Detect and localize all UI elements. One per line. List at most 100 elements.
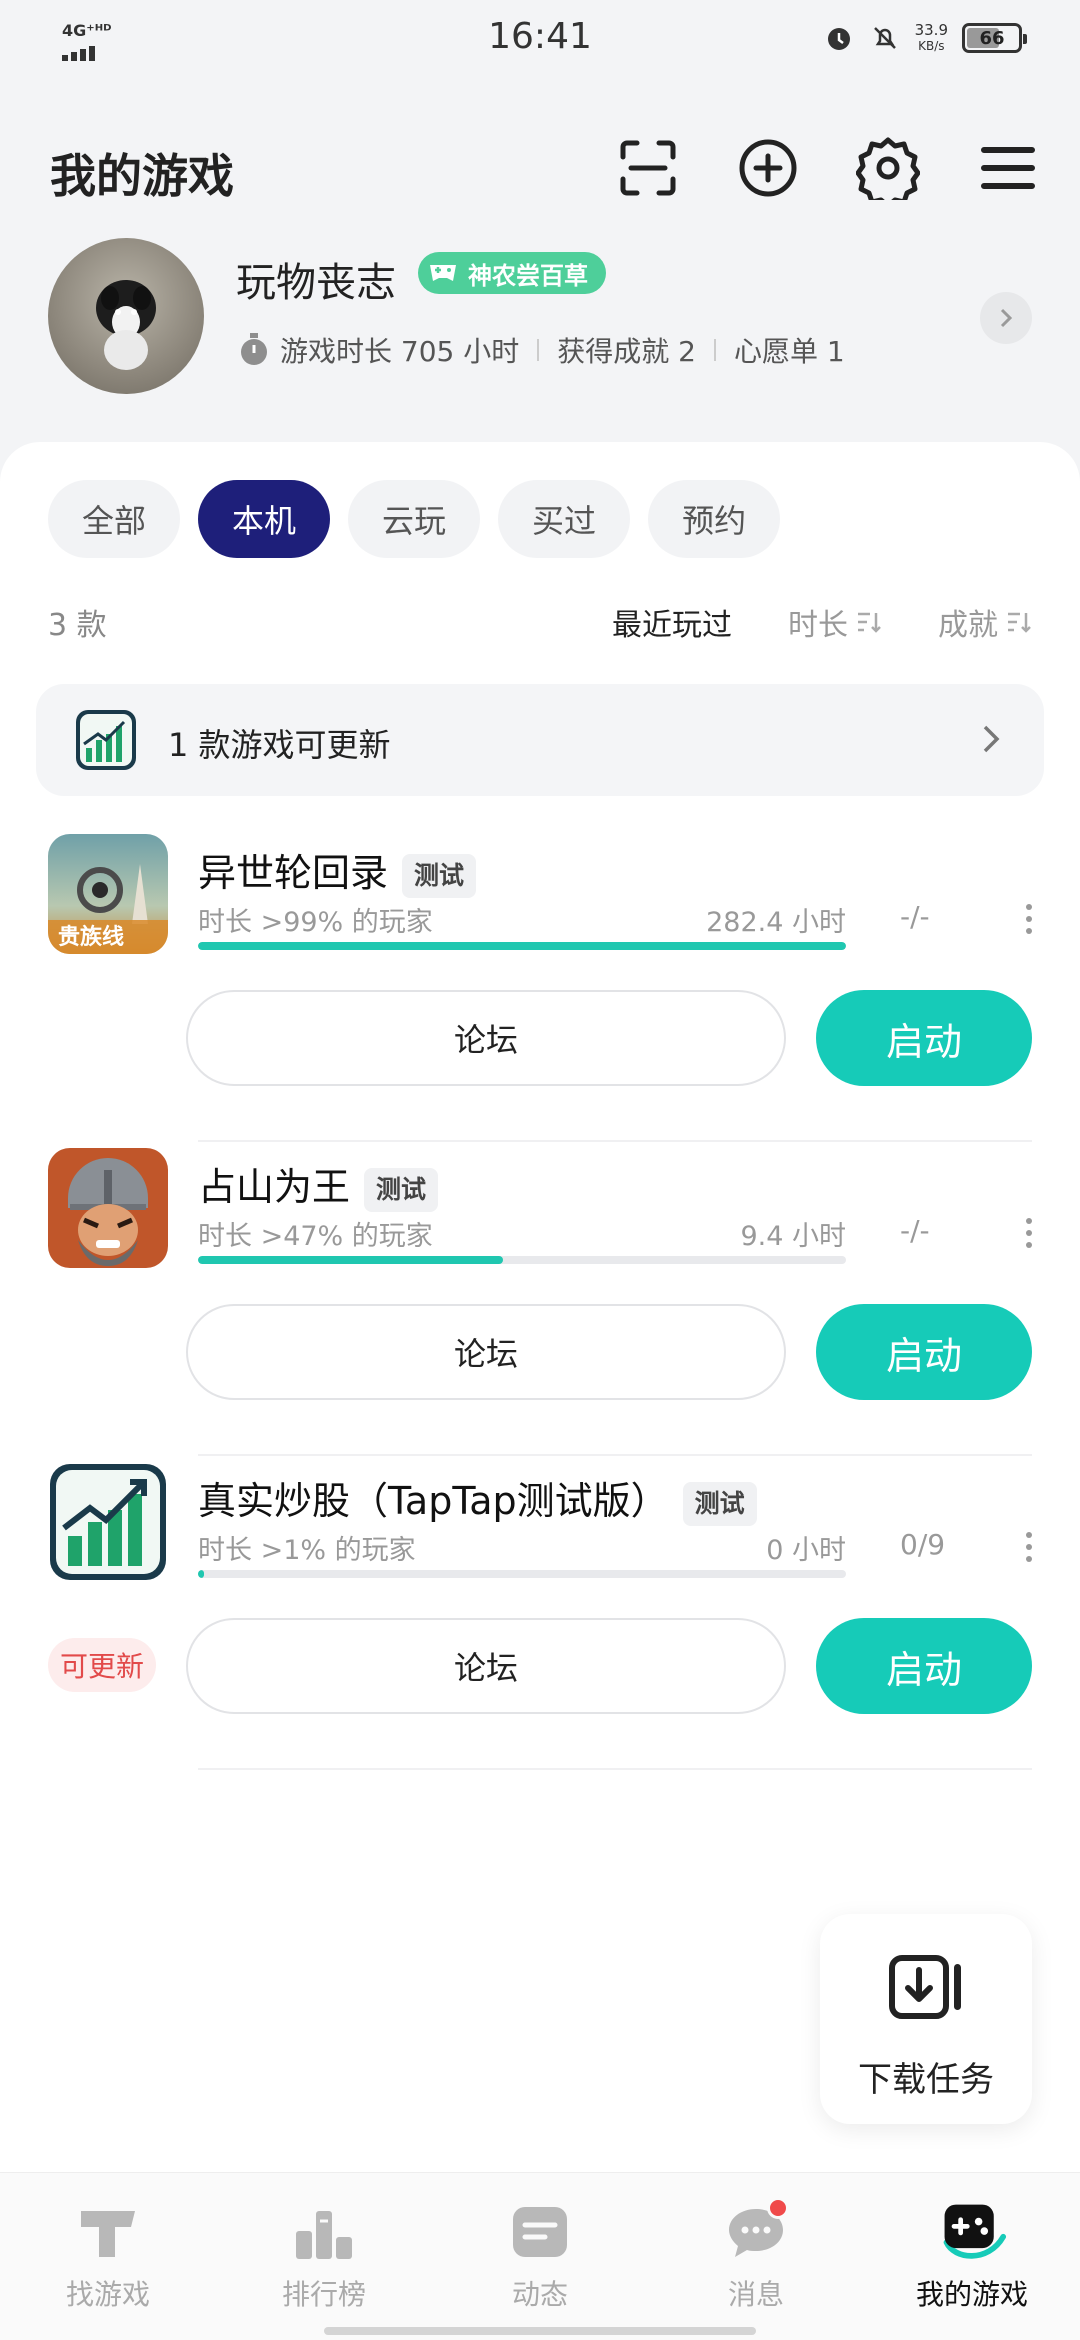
profile-card[interactable]: 玩物丧志 神农尝百草 游戏时长 705 小时 获得成就 2 心愿单 1: [48, 238, 1032, 398]
hours-played: 282.4 小时: [706, 907, 846, 938]
game-item: 真实炒股（TapTap测试版） 测试 时长 >1% 的玩家 0 小时 0/9 可更…: [0, 1462, 1080, 1774]
sort-icon: [1008, 612, 1031, 633]
playtime-progress: [198, 942, 846, 950]
game-icon[interactable]: [48, 1148, 168, 1268]
sort-row: 3 款 最近玩过 时长 成就: [48, 592, 1032, 644]
filter-local[interactable]: 本机: [198, 480, 331, 558]
avatar[interactable]: [48, 238, 204, 394]
chat-bubble-icon: [721, 2197, 791, 2265]
hours-played: 9.4 小时: [740, 1221, 846, 1252]
hours-played: 0 小时: [766, 1535, 846, 1566]
feed-icon: [505, 2199, 575, 2265]
status-icons: 33.9 KB/s 66: [823, 20, 1027, 54]
sort-achievement-label: 成就: [938, 608, 998, 643]
badge-label: 神农尝百草: [468, 261, 588, 290]
header-actions: [616, 136, 1040, 200]
more-options-icon[interactable]: [1024, 1532, 1034, 1562]
wishlist-stat[interactable]: 心愿单 1: [734, 330, 845, 370]
achievement-count: 0/9: [900, 1528, 946, 1561]
nav-label: 动态: [511, 2278, 568, 2311]
launch-button[interactable]: 启动: [816, 1618, 1032, 1714]
achievement-count: -/-: [900, 1214, 930, 1247]
home-indicator[interactable]: [324, 2327, 756, 2335]
nav-find-games[interactable]: 找游戏: [28, 2199, 188, 2313]
nav-label: 消息: [727, 2278, 784, 2311]
game-icon[interactable]: [48, 1462, 168, 1582]
forum-button[interactable]: 论坛: [186, 1304, 786, 1400]
notification-dot: [767, 2197, 789, 2219]
sort-icon: [858, 612, 881, 633]
nav-label: 我的游戏: [915, 2278, 1028, 2311]
rank-text: 时长 >99% 的玩家: [198, 907, 433, 938]
profile-stats: 游戏时长 705 小时 获得成就 2 心愿单 1: [238, 330, 845, 370]
more-options-icon[interactable]: [1024, 1218, 1034, 1248]
network-speed: 33.9 KB/s: [914, 20, 948, 53]
game-title[interactable]: 异世轮回录 测试: [198, 842, 477, 898]
gamepad-icon: [937, 2199, 1007, 2265]
gamepad-badge-icon: [430, 265, 456, 281]
filter-reserved[interactable]: 预约: [648, 480, 781, 558]
playtime-stat[interactable]: 游戏时长 705 小时: [280, 330, 519, 370]
update-available-badge[interactable]: 可更新: [48, 1638, 157, 1692]
launch-button[interactable]: 启动: [816, 1304, 1032, 1400]
sort-achievement[interactable]: 成就: [938, 600, 1032, 644]
forum-button[interactable]: 论坛: [186, 1618, 786, 1714]
divider: [198, 1140, 1032, 1142]
stock-chart-app-icon: [76, 710, 136, 770]
scan-icon[interactable]: [616, 136, 680, 200]
stopwatch-icon: [241, 333, 267, 365]
header: 我的游戏: [50, 130, 1040, 210]
forum-button[interactable]: 论坛: [186, 990, 786, 1086]
test-tag: 测试: [682, 1481, 757, 1526]
update-available-banner[interactable]: 1 款游戏可更新: [36, 684, 1044, 796]
download-icon: [889, 1955, 961, 2019]
title-badge[interactable]: 神农尝百草: [418, 252, 606, 294]
playtime-rank: 时长 >1% 的玩家 0 小时: [198, 1528, 846, 1567]
test-tag: 测试: [364, 1167, 439, 1212]
achievements-stat[interactable]: 获得成就 2: [557, 330, 696, 370]
filter-all[interactable]: 全部: [48, 480, 181, 558]
playtime-progress: [198, 1256, 846, 1264]
nav-messages[interactable]: 消息: [676, 2197, 836, 2313]
playtime-rank: 时长 >99% 的玩家 282.4 小时: [198, 900, 846, 939]
nav-label: 找游戏: [65, 2278, 150, 2311]
game-count: 3 款: [48, 608, 107, 643]
test-tag: 测试: [402, 853, 477, 898]
playtime-rank: 时长 >47% 的玩家 9.4 小时: [198, 1214, 846, 1253]
chevron-right-icon: [983, 725, 1000, 753]
divider: [198, 1768, 1032, 1770]
nav-my-games[interactable]: 我的游戏: [892, 2199, 1052, 2313]
mute-bell-icon: [869, 22, 901, 54]
rank-text: 时长 >1% 的玩家: [198, 1535, 416, 1566]
achievement-count: -/-: [900, 900, 930, 933]
nav-rankings[interactable]: 排行榜: [244, 2199, 404, 2313]
leaderboard-icon: [289, 2199, 359, 2265]
sort-duration[interactable]: 时长: [788, 600, 882, 644]
divider: [713, 339, 716, 361]
game-title-text: 真实炒股（TapTap测试版）: [198, 1479, 669, 1523]
download-tasks-button[interactable]: 下载任务: [820, 1914, 1032, 2124]
nav-feed[interactable]: 动态: [460, 2199, 620, 2313]
status-bar: 4G⁺ᴴᴰ 16:41 33.9 KB/s 66: [0, 0, 1080, 80]
battery-level: 66: [979, 27, 1005, 49]
bottom-navigation: 找游戏 排行榜 动态 消息 我的游戏: [0, 2172, 1080, 2340]
sort-duration-label: 时长: [788, 608, 848, 643]
games-panel: 全部 本机 云玩 买过 预约 3 款 最近玩过 时长 成就 1 款游戏可更新 贵…: [0, 442, 1080, 2172]
filter-cloud[interactable]: 云玩: [348, 480, 481, 558]
launch-button[interactable]: 启动: [816, 990, 1032, 1086]
playtime-progress: [198, 1570, 846, 1578]
page-title: 我的游戏: [50, 149, 234, 203]
nav-label: 排行榜: [281, 2278, 366, 2311]
sort-recent[interactable]: 最近玩过: [612, 600, 732, 644]
more-options-icon[interactable]: [1024, 904, 1034, 934]
filter-purchased[interactable]: 买过: [498, 480, 631, 558]
game-icon[interactable]: 贵族线: [48, 834, 168, 954]
svg-text:贵族线: 贵族线: [58, 924, 124, 950]
add-circle-icon[interactable]: [736, 136, 800, 200]
my-games-page: 4G⁺ᴴᴰ 16:41 33.9 KB/s 66 我的游戏 玩物丧志 神农尝百草…: [0, 0, 1080, 2340]
chevron-right-icon[interactable]: [980, 292, 1032, 344]
menu-icon[interactable]: [976, 136, 1040, 200]
game-title[interactable]: 真实炒股（TapTap测试版） 测试: [198, 1470, 757, 1526]
gear-icon[interactable]: [856, 136, 920, 200]
game-title[interactable]: 占山为王 测试: [198, 1156, 439, 1212]
